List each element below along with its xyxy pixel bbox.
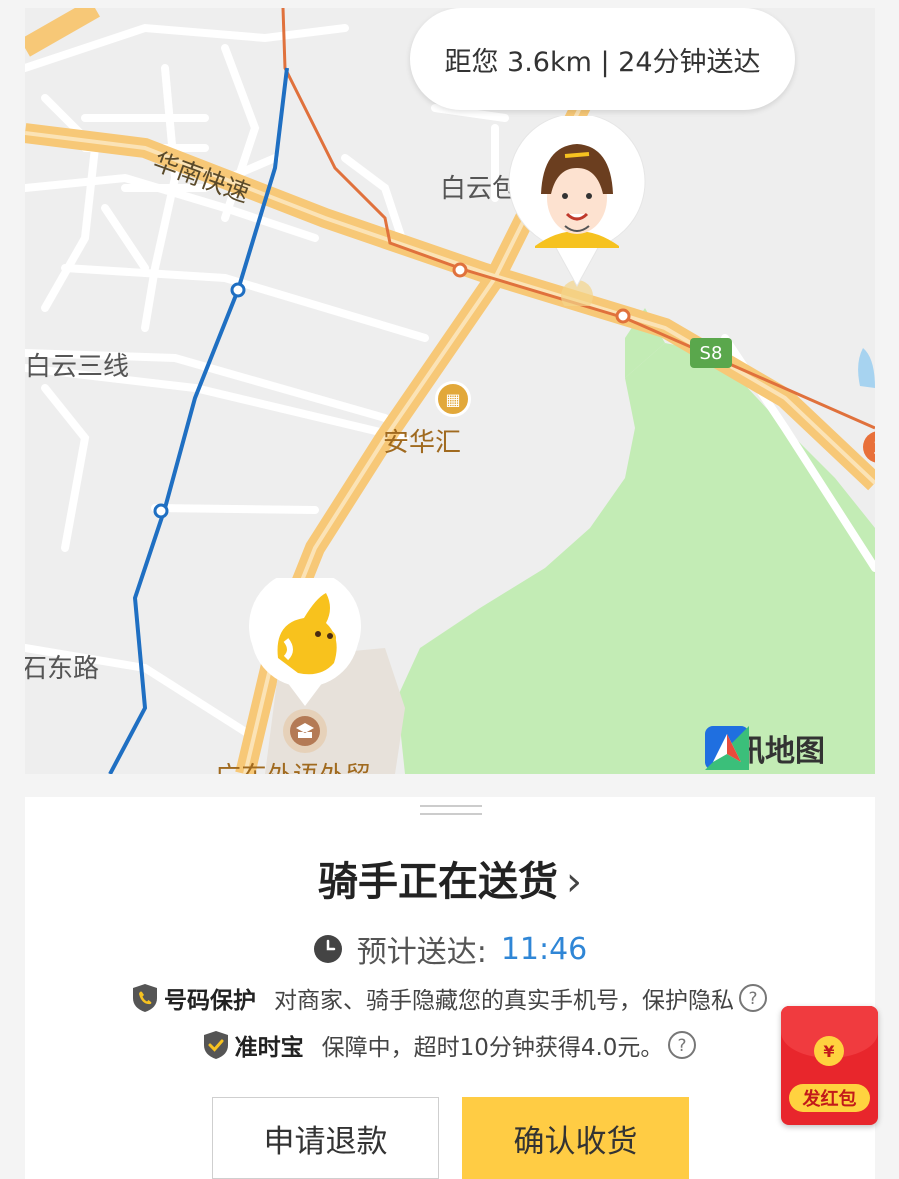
- road-label-shidong: 石东路: [25, 654, 100, 684]
- distance-eta-bubble: 距您 3.6km | 24分钟送达: [410, 8, 795, 110]
- request-refund-button[interactable]: 申请退款: [212, 1097, 439, 1179]
- s8-highway-badge: S8: [690, 338, 732, 368]
- phone-shield-icon: [133, 984, 157, 1012]
- svg-text:?: ?: [678, 1036, 687, 1056]
- confirm-receipt-button[interactable]: 确认收货: [462, 1097, 689, 1179]
- ontime-text: 保障中，超时10分钟获得4.0元。: [321, 1035, 664, 1061]
- eta-label: 预计送达:: [356, 935, 487, 970]
- svg-text:?: ?: [748, 989, 757, 1009]
- chevron-right-icon: ›: [566, 859, 582, 905]
- red-packet-label: 发红包: [789, 1084, 870, 1112]
- coin-icon: ¥: [814, 1036, 844, 1066]
- help-icon[interactable]: ?: [738, 983, 768, 1013]
- status-title-text: 骑手正在送货: [318, 859, 558, 905]
- poi-label-anhuahui[interactable]: 安华汇: [383, 422, 461, 459]
- number-protection-row: 号码保护 对商家、骑手隐藏您的真实手机号，保护隐私 ?: [25, 981, 875, 1015]
- tencent-map-logo-icon: [705, 726, 749, 770]
- eta-time: 11:46: [500, 931, 588, 967]
- poi-label-guangwai[interactable]: 广东外语外贸: [215, 756, 371, 774]
- ontime-tag: 准时宝: [234, 1035, 304, 1061]
- help-icon[interactable]: ?: [667, 1030, 697, 1060]
- check-shield-icon: [203, 1031, 228, 1059]
- red-packet-button[interactable]: ¥ 发红包: [781, 1006, 878, 1125]
- road-label-baiyun-third-line: 白云三线: [25, 352, 130, 382]
- order-status-panel: 骑手正在送货 › 预计送达: 11:46 号码保护 对商家、骑手隐藏您的真实手机号…: [25, 797, 875, 1179]
- number-protection-tag: 号码保护: [164, 988, 256, 1014]
- mall-poi-icon[interactable]: ▦: [435, 381, 471, 417]
- map-view[interactable]: 距您 3.6km | 24分钟送达 白云包 华南快速 白云三线 ▦ 安华汇 石东…: [25, 8, 875, 774]
- panel-drag-handle[interactable]: [420, 805, 482, 817]
- ontime-guarantee-row: 准时宝 保障中，超时10分钟获得4.0元。 ?: [25, 1028, 875, 1062]
- estimated-arrival: 预计送达: 11:46: [25, 927, 875, 971]
- tencent-map-attribution: 腾讯地图: [705, 726, 825, 770]
- delivery-status-title[interactable]: 骑手正在送货 ›: [25, 849, 875, 907]
- number-protection-text: 对商家、骑手隐藏您的真实手机号，保护隐私: [274, 988, 734, 1014]
- clock-icon: [313, 935, 342, 963]
